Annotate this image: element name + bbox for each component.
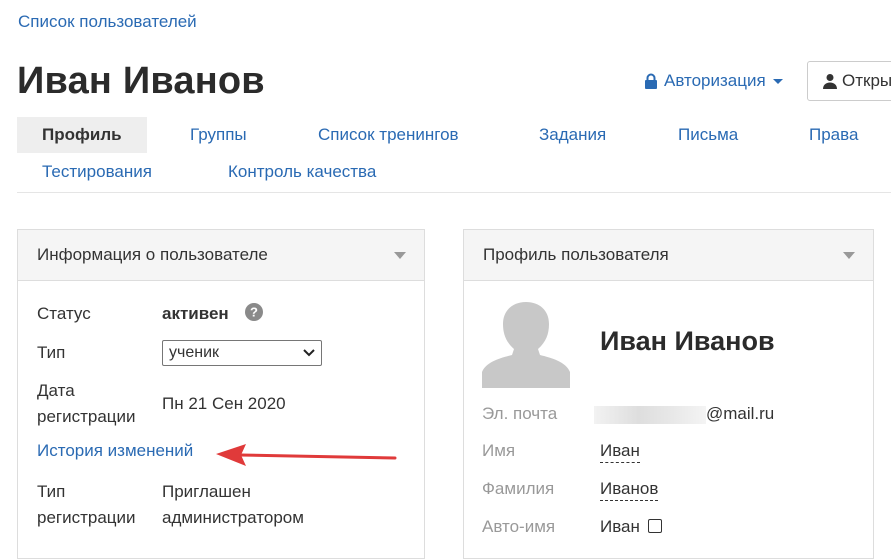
svg-text:?: ? bbox=[250, 305, 258, 320]
last-name-label: Фамилия bbox=[482, 479, 555, 498]
status-label: Статус bbox=[37, 304, 91, 323]
tab-letters[interactable]: Письма bbox=[678, 117, 738, 153]
lock-icon bbox=[645, 73, 657, 89]
user-info-panel: Информация о пользователе Статус активен… bbox=[17, 229, 425, 559]
tab-rights[interactable]: Права bbox=[809, 117, 858, 153]
autoname-checkbox[interactable] bbox=[647, 518, 662, 533]
tab-profile[interactable]: Профиль bbox=[17, 117, 147, 153]
status-value: активен bbox=[162, 304, 229, 323]
user-info-panel-title: Информация о пользователе bbox=[37, 245, 268, 264]
help-icon[interactable]: ? bbox=[245, 303, 263, 321]
panel-toggle-icon[interactable] bbox=[843, 251, 855, 259]
authorization-label: Авторизация bbox=[664, 71, 766, 90]
email-value: @mail.ru bbox=[594, 404, 775, 424]
user-profile-panel-header[interactable]: Профиль пользователя bbox=[464, 230, 873, 281]
first-name-value[interactable]: Иван bbox=[600, 441, 640, 463]
reg-date-label-line1: Дата bbox=[37, 381, 75, 400]
reg-date-value: Пн 21 Сен 2020 bbox=[162, 394, 286, 413]
email-suffix: @mail.ru bbox=[706, 404, 775, 423]
user-profile-panel: Профиль пользователя Иван Иванов Эл. поч… bbox=[463, 229, 874, 559]
autoname-value: Иван bbox=[600, 517, 662, 537]
autoname-text: Иван bbox=[600, 517, 640, 536]
user-profile-panel-title: Профиль пользователя bbox=[483, 245, 669, 264]
reg-type-label-line1: Тип bbox=[37, 482, 66, 501]
user-info-panel-header[interactable]: Информация о пользователе bbox=[18, 230, 424, 281]
reg-type-label-line2: регистрации bbox=[37, 508, 136, 527]
type-select[interactable]: ученик bbox=[162, 340, 322, 366]
reg-date-label-line2: регистрации bbox=[37, 407, 136, 426]
tab-quality-control[interactable]: Контроль качества bbox=[228, 154, 376, 190]
email-redacted bbox=[594, 405, 706, 424]
panel-toggle-icon[interactable] bbox=[394, 251, 406, 259]
type-select-value: ученик bbox=[169, 344, 220, 361]
chevron-down-icon bbox=[303, 349, 315, 357]
user-icon bbox=[823, 74, 837, 89]
page-title: Иван Иванов bbox=[17, 60, 265, 102]
tabs-divider bbox=[17, 192, 891, 193]
avatar-placeholder-icon bbox=[482, 300, 570, 388]
annotation-arrow-icon bbox=[216, 444, 397, 466]
tab-groups[interactable]: Группы bbox=[190, 117, 247, 153]
autoname-label: Авто-имя bbox=[482, 517, 556, 536]
authorization-dropdown[interactable]: Авторизация bbox=[643, 71, 783, 91]
change-history-link[interactable]: История изменений bbox=[37, 441, 193, 461]
open-button-label: Откры bbox=[842, 71, 891, 90]
open-button[interactable]: Откры bbox=[807, 61, 891, 101]
profile-name: Иван Иванов bbox=[600, 326, 775, 356]
type-label: Тип bbox=[37, 343, 66, 362]
reg-type-value-line1: Приглашен bbox=[162, 482, 251, 501]
first-name-label: Имя bbox=[482, 441, 516, 460]
last-name-value[interactable]: Иванов bbox=[600, 479, 659, 501]
breadcrumb-users-list[interactable]: Список пользователей bbox=[18, 12, 197, 32]
tab-trainings-list[interactable]: Список тренингов bbox=[318, 117, 459, 153]
tab-testing[interactable]: Тестирования bbox=[42, 154, 152, 190]
reg-type-value-line2: администратором bbox=[162, 508, 304, 527]
tab-tasks[interactable]: Задания bbox=[539, 117, 606, 153]
caret-down-icon bbox=[772, 78, 783, 84]
email-label: Эл. почта bbox=[482, 404, 558, 423]
